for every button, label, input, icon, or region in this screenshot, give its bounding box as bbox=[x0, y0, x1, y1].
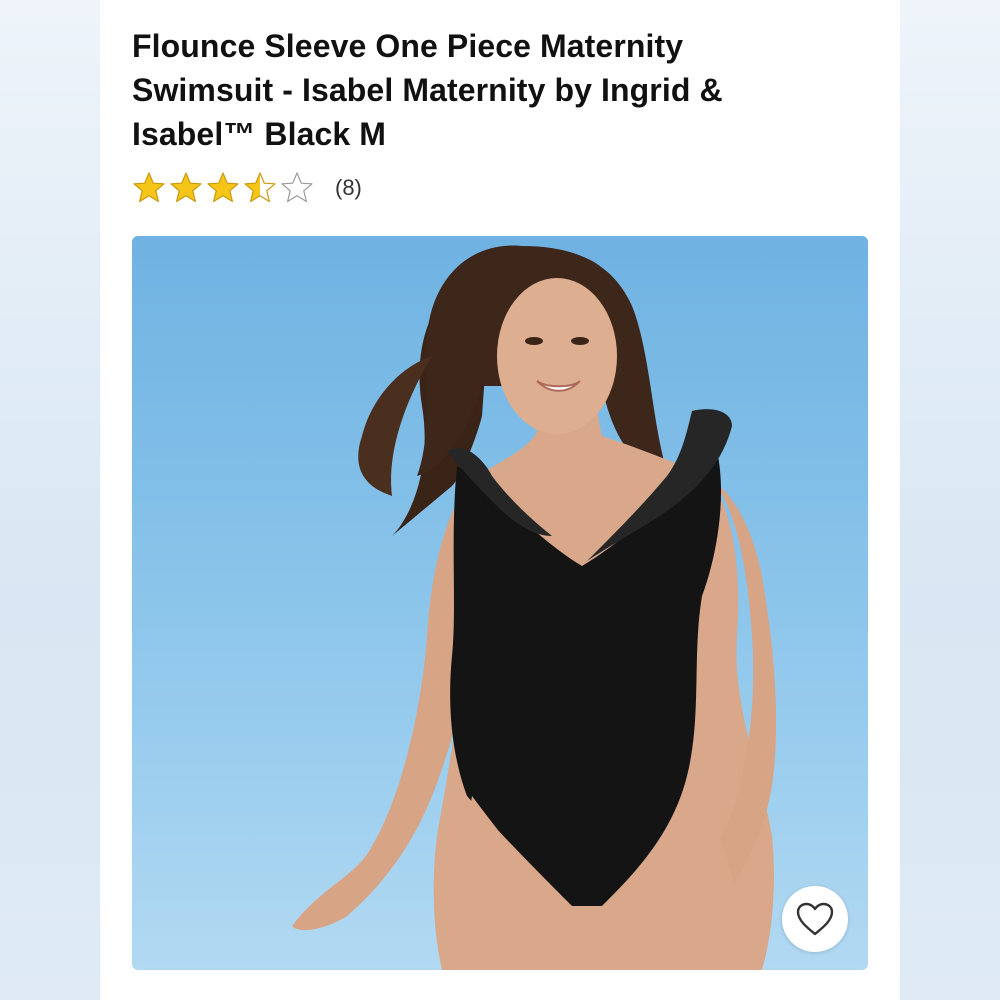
star-rating bbox=[132, 171, 317, 205]
product-title: Flounce Sleeve One Piece Maternity Swims… bbox=[132, 28, 723, 152]
product-image[interactable] bbox=[132, 236, 868, 970]
left-backdrop bbox=[0, 0, 100, 1000]
favorite-button[interactable] bbox=[782, 886, 848, 952]
star-full-icon bbox=[133, 172, 165, 203]
rating-row[interactable]: (8) bbox=[132, 172, 362, 204]
heart-outline-icon bbox=[796, 902, 834, 936]
review-count[interactable]: (8) bbox=[335, 175, 362, 201]
right-backdrop bbox=[900, 0, 1000, 1000]
star-half-icon bbox=[244, 172, 276, 203]
star-empty-icon bbox=[281, 172, 313, 203]
star-full-icon bbox=[207, 172, 239, 203]
product-card: Flounce Sleeve One Piece Maternity Swims… bbox=[100, 0, 900, 1000]
star-full-icon bbox=[170, 172, 202, 203]
model-photo bbox=[292, 245, 777, 970]
